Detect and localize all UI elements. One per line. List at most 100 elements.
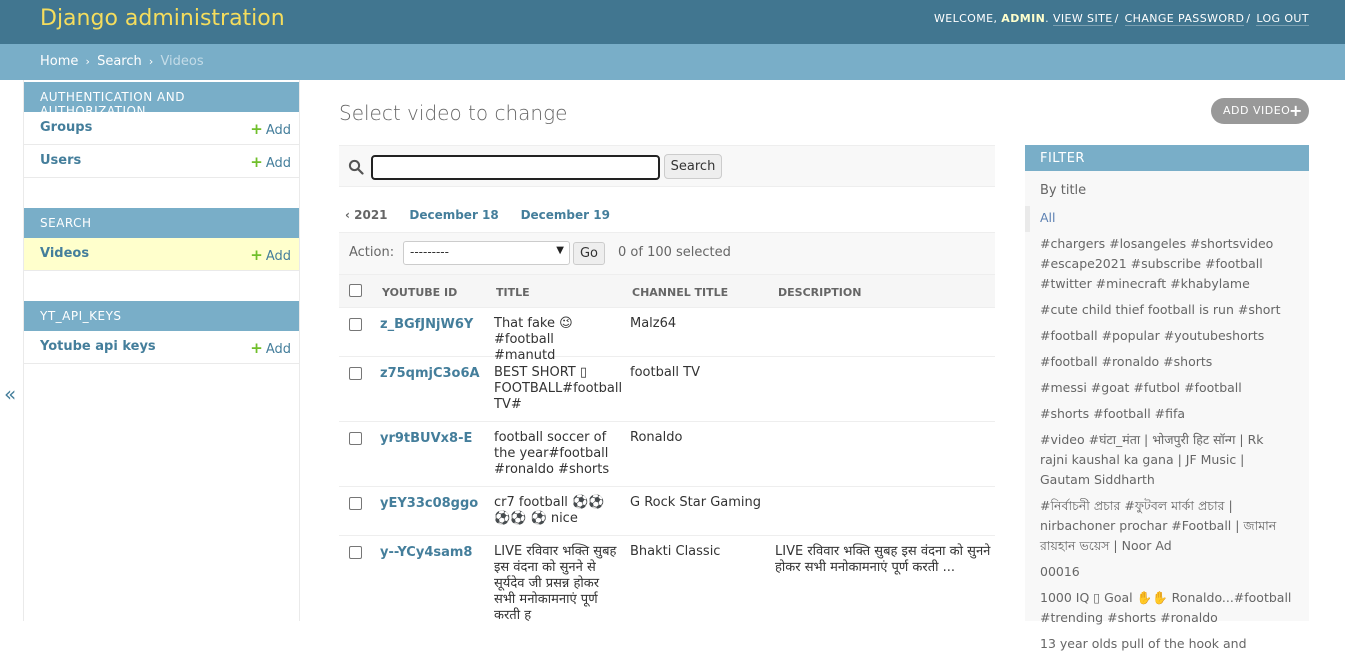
sidebar-link-yotube-api-keys[interactable]: Yotube api keys bbox=[40, 339, 156, 354]
search-input[interactable] bbox=[371, 155, 660, 180]
module-yt-api-keys: YT_API_KEYS Yotube api keys + Add bbox=[24, 301, 299, 364]
sidebar-link-videos[interactable]: Videos bbox=[40, 246, 89, 261]
selected-count: 0 of 100 selected bbox=[618, 245, 731, 260]
breadcrumb-app[interactable]: Search bbox=[97, 54, 142, 69]
add-videos-link[interactable]: + Add bbox=[250, 246, 291, 264]
module-auth: Authentication and Authorization Groups … bbox=[24, 82, 299, 178]
go-button[interactable]: Go bbox=[573, 242, 605, 265]
sidebar-item-yotube-api-keys: Yotube api keys + Add bbox=[24, 331, 299, 364]
row-checkbox[interactable] bbox=[349, 318, 362, 331]
youtube-id-link[interactable]: yEY33c08ggo bbox=[380, 496, 478, 511]
youtube-id-link[interactable]: z75qmjC3o6A bbox=[380, 366, 480, 381]
select-all-checkbox[interactable] bbox=[349, 284, 362, 297]
filter-heading: Filter bbox=[1025, 145, 1309, 171]
filter-item[interactable]: 13 year olds pull of the hook and bbox=[1025, 632, 1309, 658]
channel-cell: G Rock Star Gaming bbox=[630, 495, 762, 510]
plus-icon: + bbox=[250, 339, 263, 357]
toggle-nav-sidebar[interactable]: « bbox=[4, 382, 16, 406]
filter-item[interactable]: #chargers #losangeles #shortsvideo #esca… bbox=[1025, 232, 1309, 298]
add-yotube-api-keys-link[interactable]: + Add bbox=[250, 339, 291, 357]
result-list: Youtube ID Title Channel title Descripti… bbox=[339, 274, 995, 626]
module-caption-auth[interactable]: Authentication and Authorization bbox=[24, 82, 299, 118]
username: admin bbox=[1001, 12, 1046, 25]
title-cell: LIVE रविवार भक्ति सुबह इस वंदना को सुनने… bbox=[494, 544, 617, 623]
nav-sidebar: Authentication and Authorization Groups … bbox=[23, 80, 300, 621]
date-link-december-18[interactable]: December 18 bbox=[409, 208, 498, 222]
actions-bar: Action: --------- ▼ Go 0 of 100 selected bbox=[339, 232, 995, 274]
sidebar-link-groups[interactable]: Groups bbox=[40, 120, 92, 135]
date-link-december-19[interactable]: December 19 bbox=[521, 208, 610, 222]
youtube-id-link[interactable]: yr9tBUVx8-E bbox=[380, 431, 472, 446]
plus-icon: + bbox=[250, 153, 263, 171]
site-brand[interactable]: Django administration bbox=[40, 6, 285, 31]
table-row: yEY33c08ggo cr7 football ⚽⚽⚽⚽ ⚽ nice G R… bbox=[339, 487, 995, 536]
search-toolbar: Search bbox=[339, 145, 995, 187]
breadcrumb-home[interactable]: Home bbox=[40, 54, 78, 69]
filter-item[interactable]: #football #popular #youtubeshorts bbox=[1025, 324, 1309, 350]
view-site-link[interactable]: View site bbox=[1052, 12, 1113, 26]
row-checkbox[interactable] bbox=[349, 367, 362, 380]
sidebar-link-users[interactable]: Users bbox=[40, 153, 81, 168]
sidebar-item-videos: Videos + Add bbox=[24, 238, 299, 271]
channel-cell: Bhakti Classic bbox=[630, 544, 721, 559]
table-row: z75qmjC3o6A BEST SHORT ▯ FOOTBALL#footba… bbox=[339, 357, 995, 422]
column-header-channel-title[interactable]: Channel title bbox=[632, 286, 728, 299]
user-tools: Welcome, admin. View site / Change passwo… bbox=[933, 12, 1309, 26]
table-row: yr9tBUVx8-E football soccer of the year#… bbox=[339, 422, 995, 487]
welcome-text: Welcome, bbox=[933, 12, 998, 25]
header-bar: Django administration Welcome, admin. Vi… bbox=[0, 0, 1345, 44]
filter-item[interactable]: #football #ronaldo #shorts bbox=[1025, 350, 1309, 376]
filter-item-all[interactable]: All bbox=[1025, 206, 1309, 232]
title-cell: BEST SHORT ▯ FOOTBALL#football TV# bbox=[494, 365, 623, 412]
action-label: Action: bbox=[349, 245, 395, 260]
page-title: Select video to change bbox=[339, 101, 568, 125]
change-password-link[interactable]: Change password bbox=[1124, 12, 1245, 26]
filter-item[interactable]: #নির্বাচনী প্রচার #ফুটবল মার্কা প্রচার |… bbox=[1025, 494, 1309, 560]
filter-list: All #chargers #losangeles #shortsvideo #… bbox=[1025, 206, 1309, 658]
module-caption-search[interactable]: Search bbox=[24, 208, 299, 238]
column-header-title[interactable]: Title bbox=[496, 286, 530, 299]
title-cell: football soccer of the year#football #ro… bbox=[494, 430, 610, 477]
title-cell: cr7 football ⚽⚽⚽⚽ ⚽ nice bbox=[494, 495, 605, 526]
changelist-filter: Filter By title All #chargers #losangele… bbox=[1025, 145, 1309, 651]
plus-icon: + bbox=[1289, 101, 1303, 120]
filter-item[interactable]: #messi #goat #futbol #football bbox=[1025, 376, 1309, 402]
table-header: Youtube ID Title Channel title Descripti… bbox=[339, 274, 995, 308]
youtube-id-link[interactable]: z_BGfJNjW6Y bbox=[380, 317, 473, 332]
column-header-description[interactable]: Description bbox=[778, 286, 861, 299]
filter-item[interactable]: 1000 IQ ▯ Goal ✋✋ Ronaldo...#football #t… bbox=[1025, 586, 1309, 632]
action-select[interactable]: --------- ▼ bbox=[403, 241, 570, 265]
add-users-link[interactable]: + Add bbox=[250, 153, 291, 171]
plus-icon: + bbox=[250, 246, 263, 264]
search-icon bbox=[348, 159, 364, 175]
row-checkbox[interactable] bbox=[349, 497, 362, 510]
table-row: y--YCy4sam8 LIVE रविवार भक्ति सुबह इस वं… bbox=[339, 536, 995, 626]
module-caption-yt-api-keys[interactable]: YT_API_KEYS bbox=[24, 301, 299, 331]
filter-by-title: By title bbox=[1040, 183, 1087, 198]
channel-cell: Ronaldo bbox=[630, 430, 683, 445]
filter-item[interactable]: 00016 bbox=[1025, 560, 1309, 586]
chevron-down-icon: ▼ bbox=[556, 245, 564, 256]
date-hierarchy: ‹ 2021 December 18 December 19 bbox=[345, 208, 610, 222]
row-checkbox[interactable] bbox=[349, 432, 362, 445]
breadcrumb: Home › Search › Videos bbox=[0, 44, 1345, 80]
youtube-id-link[interactable]: y--YCy4sam8 bbox=[380, 545, 472, 560]
module-search: Search Videos + Add bbox=[24, 208, 299, 271]
row-checkbox[interactable] bbox=[349, 546, 362, 559]
description-cell: LIVE रविवार भक्ति सुबह इस वंदना को सुनने… bbox=[775, 544, 991, 575]
breadcrumb-current: Videos bbox=[160, 54, 204, 69]
log-out-link[interactable]: Log out bbox=[1256, 12, 1309, 26]
filter-item[interactable]: #video #घंटा_मंता | भोजपुरी हिट सॉन्ग | … bbox=[1025, 428, 1309, 494]
search-button[interactable]: Search bbox=[664, 154, 722, 179]
filter-item[interactable]: #shorts #football #fifa bbox=[1025, 402, 1309, 428]
date-back-link[interactable]: ‹ 2021 bbox=[345, 208, 388, 222]
channel-cell: football TV bbox=[630, 365, 700, 380]
sidebar-item-users: Users + Add bbox=[24, 145, 299, 178]
add-video-button[interactable]: Add video + bbox=[1211, 98, 1309, 124]
sidebar-item-groups: Groups + Add bbox=[24, 112, 299, 145]
column-header-youtube-id[interactable]: Youtube ID bbox=[382, 286, 457, 299]
filter-item[interactable]: #cute child thief football is run #short bbox=[1025, 298, 1309, 324]
channel-cell: Malz64 bbox=[630, 316, 677, 331]
add-groups-link[interactable]: + Add bbox=[250, 120, 291, 138]
plus-icon: + bbox=[250, 120, 263, 138]
